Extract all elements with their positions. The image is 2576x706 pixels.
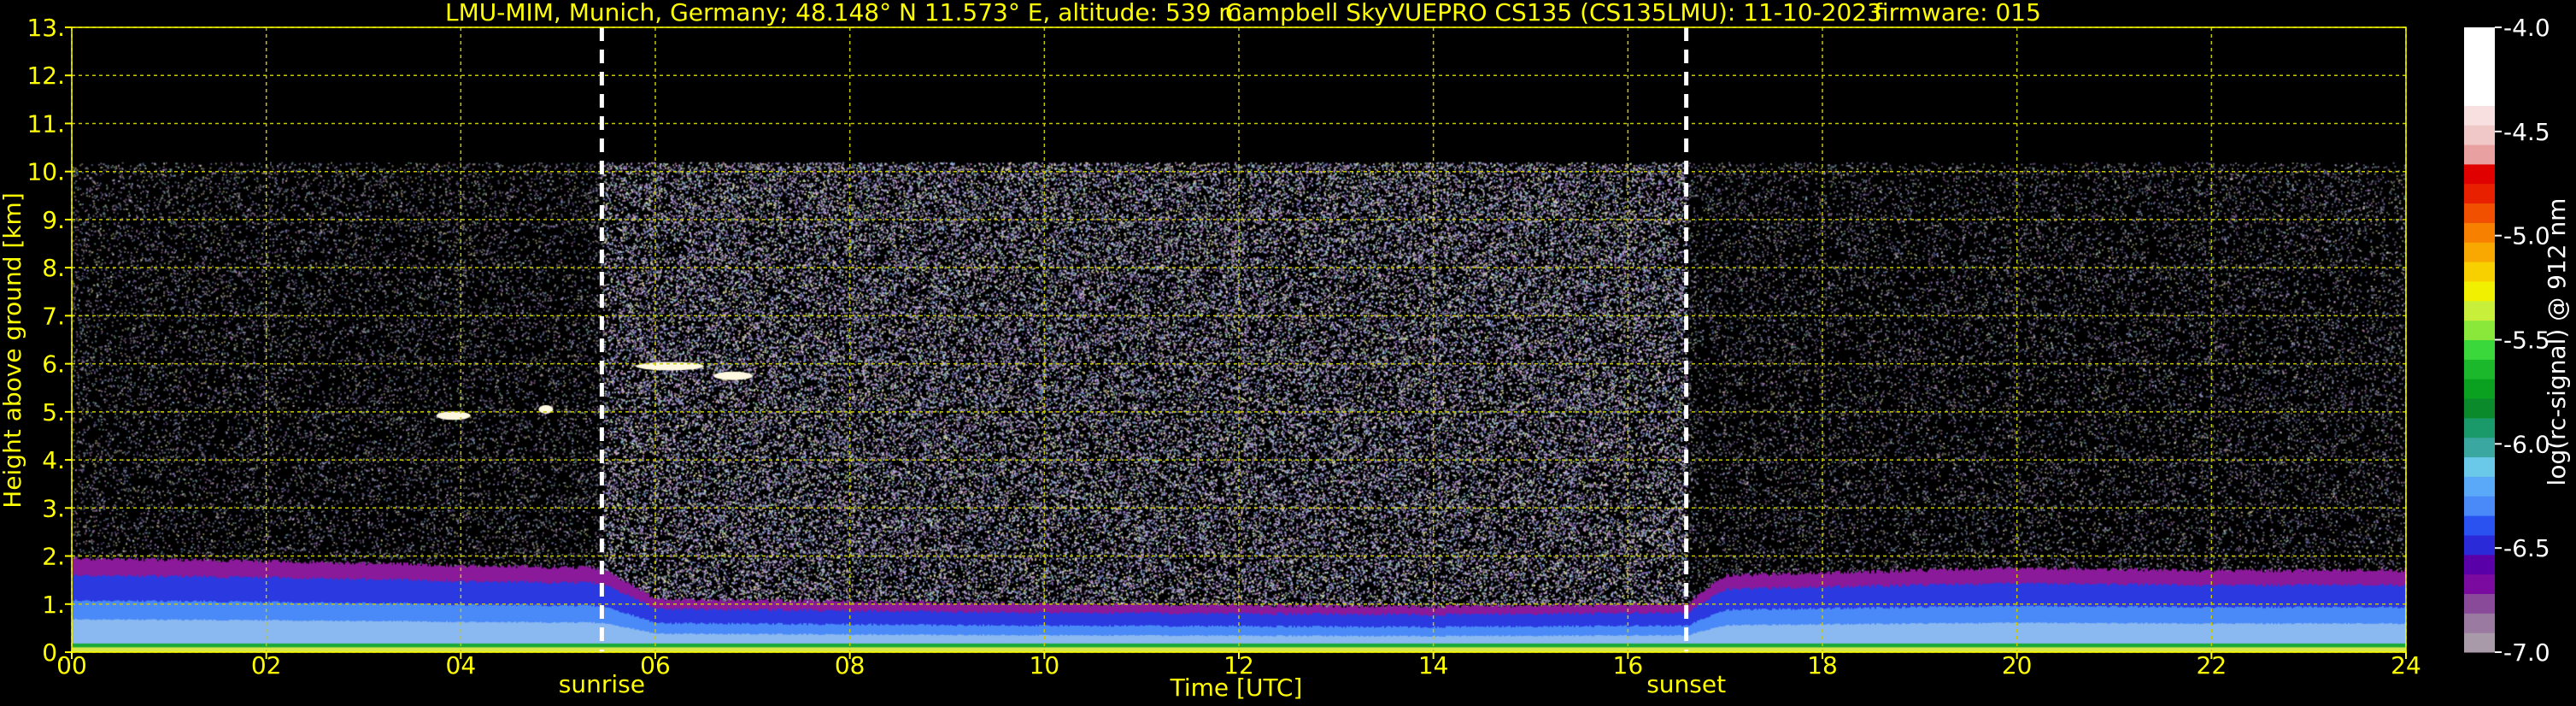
y-tick-label: 12.	[26, 62, 65, 90]
colorbar-segment	[2464, 46, 2495, 68]
plot-area	[72, 27, 2406, 652]
colorbar-tick-label: -4.0	[2503, 14, 2550, 42]
y-tick-label: 3.	[42, 494, 65, 522]
y-tick-label: 2.	[42, 543, 65, 571]
x-tick-label: 10	[1030, 651, 1060, 680]
colorbar-segment	[2464, 163, 2495, 185]
colorbar-segment	[2464, 476, 2495, 497]
colorbar-segment	[2464, 85, 2495, 106]
x-tick-label: 06	[640, 651, 671, 680]
colorbar-segment	[2464, 339, 2495, 360]
x-tick-label: 24	[2391, 651, 2421, 680]
y-tick-label: 4.	[42, 446, 65, 474]
colorbar-label: log(rc-signal) @ 912 nm	[2543, 198, 2571, 486]
colorbar-segment	[2464, 574, 2495, 594]
x-tick-label: 14	[1418, 651, 1449, 680]
x-tick-label: 02	[251, 651, 282, 680]
colorbar-segment	[2464, 262, 2495, 282]
sunset-label: sunset	[1646, 670, 1726, 698]
colorbar-segment	[2464, 203, 2495, 223]
title-location: LMU-MIM, Munich, Germany; 48.148° N 11.5…	[445, 0, 1242, 26]
colorbar-segment	[2464, 222, 2495, 243]
y-tick-label: 1.	[42, 591, 65, 619]
colorbar-segment	[2464, 125, 2495, 145]
x-axis-label: Time [UTC]	[1170, 674, 1303, 702]
y-tick-label: 5.	[42, 398, 65, 427]
colorbar-segment	[2464, 632, 2495, 653]
colorbar-segment	[2464, 242, 2495, 262]
colorbar-tick-label: -6.5	[2503, 534, 2550, 562]
colorbar-segment	[2464, 379, 2495, 399]
colorbar-segment	[2464, 437, 2495, 458]
colorbar-segment	[2464, 144, 2495, 165]
colorbar-segment	[2464, 27, 2495, 48]
sunrise-label: sunrise	[559, 670, 645, 698]
chart-title: LMU-MIM, Munich, Germany; 48.148° N 11.5…	[445, 0, 2041, 26]
colorbar-segment	[2464, 320, 2495, 340]
y-tick-label: 10.	[26, 158, 65, 186]
y-tick-label: 9.	[42, 206, 65, 234]
colorbar-segment	[2464, 496, 2495, 516]
y-tick-label: 13.	[26, 14, 65, 42]
colorbar-segment	[2464, 554, 2495, 575]
title-firmware: firmware: 015	[1874, 0, 2041, 26]
x-tick-label: 18	[1807, 651, 1838, 680]
title-instrument: Campbell SkyVUEPRO CS135 (CS135LMU): 11-…	[1225, 0, 1882, 26]
y-tick-label: 6.	[42, 350, 65, 379]
colorbar-segment	[2464, 280, 2495, 302]
colorbar-tick-label: -4.5	[2503, 118, 2550, 146]
colorbar-segment	[2464, 183, 2495, 204]
colorbar-segment	[2464, 534, 2495, 556]
colorbar-segment	[2464, 105, 2495, 126]
colorbar-segment	[2464, 300, 2495, 321]
colorbar-segment	[2464, 515, 2495, 536]
ceilometer-chart: LMU-MIM, Munich, Germany; 48.148° N 11.5…	[0, 0, 2576, 706]
y-tick-label: 7.	[42, 302, 65, 330]
backscatter-image	[72, 27, 2406, 652]
colorbar-segment	[2464, 417, 2495, 438]
colorbar-segment	[2464, 359, 2495, 379]
x-tick-label: 20	[2002, 651, 2033, 680]
x-tick-label: 16	[1613, 651, 1644, 680]
colorbar-segment	[2464, 398, 2495, 419]
colorbar-tick-label: -7.0	[2503, 638, 2550, 667]
colorbar-segment	[2464, 456, 2495, 477]
y-tick-label: 11.	[26, 109, 65, 138]
x-tick-label: 22	[2197, 651, 2227, 680]
x-tick-label: 04	[446, 651, 477, 680]
x-tick-label: 08	[835, 651, 866, 680]
y-axis-label: Height above ground [km]	[0, 192, 26, 509]
y-tick-label: 0.	[42, 638, 65, 667]
y-tick-label: 8.	[42, 254, 65, 282]
colorbar-segment	[2464, 593, 2495, 614]
colorbar-segment	[2464, 613, 2495, 633]
colorbar-segment	[2464, 66, 2495, 87]
